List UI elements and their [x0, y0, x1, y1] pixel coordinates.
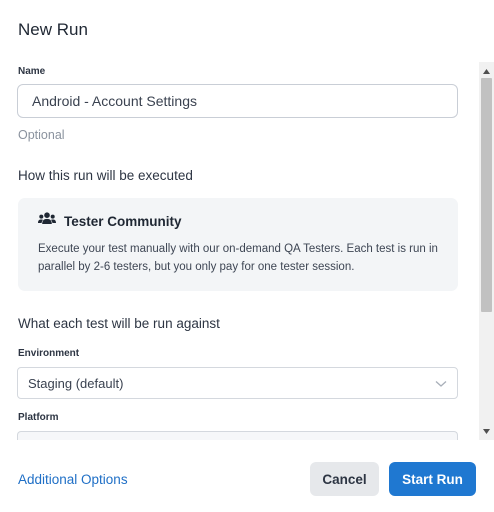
card-description: Execute your test manually with our on-d…	[38, 243, 438, 273]
scroll-up-arrow-icon[interactable]	[479, 64, 494, 78]
vertical-scrollbar[interactable]	[479, 62, 494, 440]
execution-heading: How this run will be executed	[18, 168, 193, 183]
name-input[interactable]	[17, 84, 458, 118]
environment-value: Staging (default)	[28, 375, 124, 391]
scrollbar-thumb[interactable]	[481, 78, 492, 312]
card-title: Tester Community	[64, 213, 182, 229]
additional-options-link[interactable]: Additional Options	[18, 472, 128, 487]
target-heading: What each test will be run against	[18, 316, 220, 331]
dialog-body: Name Optional How this run will be execu…	[0, 62, 478, 440]
tester-community-card[interactable]: Tester Community Execute your test manua…	[18, 198, 458, 291]
environment-select[interactable]: Staging (default)	[17, 367, 458, 399]
chevron-down-icon	[435, 376, 447, 391]
new-run-dialog: New Run Name Optional How this run will …	[0, 0, 494, 512]
scroll-down-arrow-icon[interactable]	[479, 424, 494, 438]
environment-label: Environment	[18, 348, 80, 359]
name-hint: Optional	[18, 128, 65, 142]
platform-select[interactable]	[17, 431, 458, 440]
platform-label: Platform	[18, 412, 59, 423]
name-label: Name	[18, 66, 46, 77]
card-header: Tester Community	[38, 212, 438, 230]
dialog-title: New Run	[18, 20, 88, 39]
users-icon	[38, 212, 56, 230]
start-run-button[interactable]: Start Run	[389, 462, 476, 496]
cancel-button[interactable]: Cancel	[310, 462, 379, 496]
